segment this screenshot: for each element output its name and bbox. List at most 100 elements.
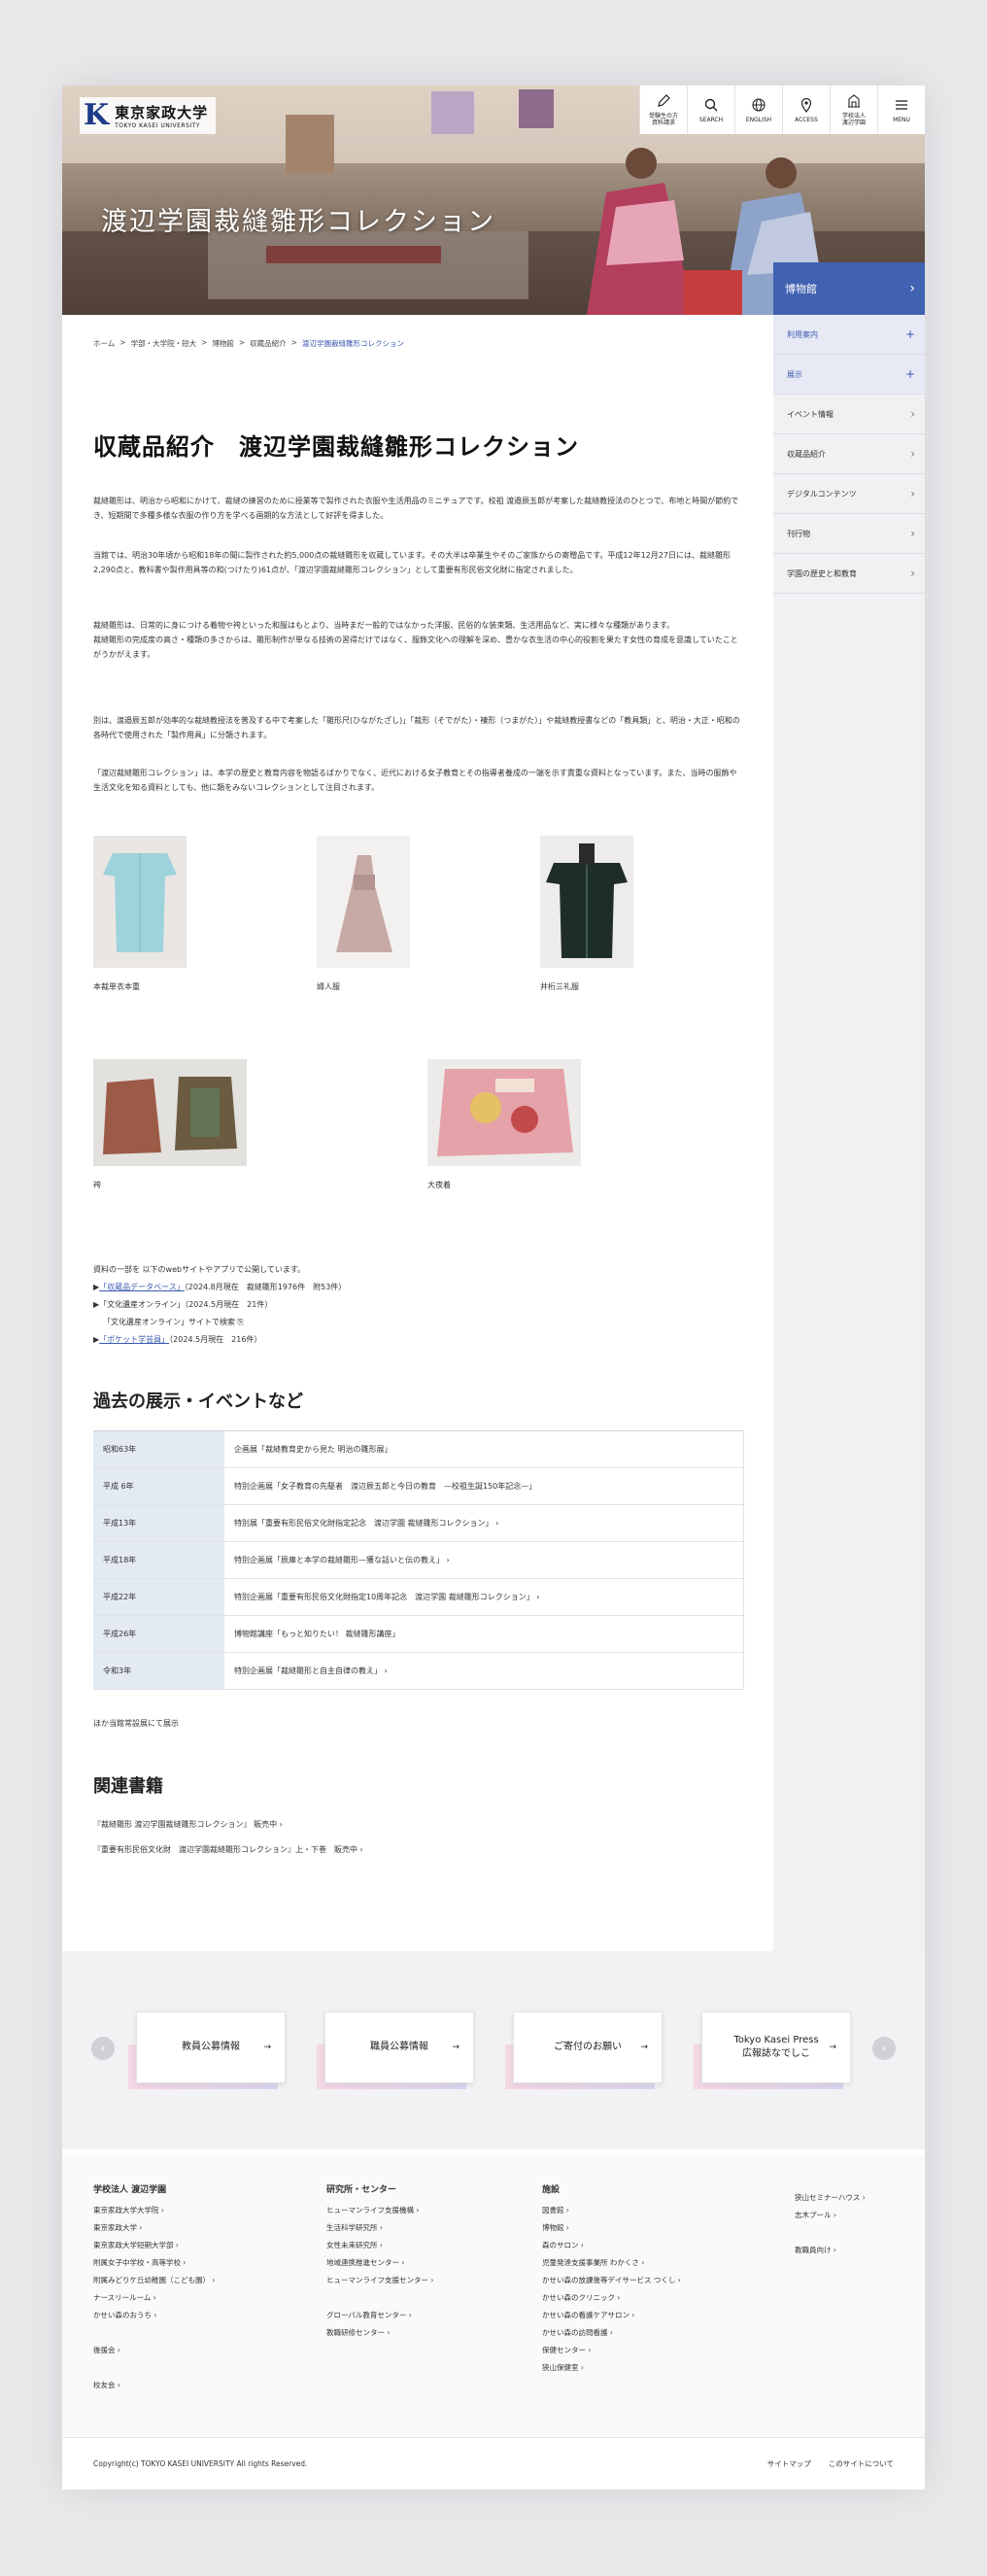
sidebar-item-digital[interactable]: デジタルコンテンツ › bbox=[773, 474, 925, 514]
toolbar-corporation-label: 学校法人 渡辺学園 bbox=[841, 113, 866, 126]
toolbar-english-button[interactable]: ENGLISH bbox=[734, 86, 782, 134]
building-icon bbox=[848, 94, 860, 108]
pocket-curator-link[interactable]: 「ポケット学芸員」 bbox=[99, 1335, 169, 1344]
footer-link[interactable]: 女性未来研究所 › bbox=[326, 2240, 433, 2257]
plus-icon[interactable]: + bbox=[905, 367, 915, 381]
toolbar-access-button[interactable]: ACCESS bbox=[782, 86, 830, 134]
banner-faculty-recruit[interactable]: 教員公募情報 → bbox=[128, 2011, 286, 2089]
publication-item: 「文化遺産オンライン」サイトで検索 ⎘ bbox=[93, 1314, 734, 1331]
chevron-right-icon: › bbox=[910, 487, 915, 500]
book-link-hinagata[interactable]: 『裁縫雛形 渡辺学園裁縫雛形コレクション』 販売中 › bbox=[93, 1819, 283, 1830]
about-site-link[interactable]: このサイトについて bbox=[829, 2458, 894, 2469]
footer-link[interactable]: かせい森のクリニック › bbox=[542, 2292, 681, 2310]
footer-link[interactable]: 地域連携推進センター › bbox=[326, 2257, 433, 2275]
footer-link[interactable]: 附属女子中学校・高等学校 › bbox=[93, 2257, 215, 2275]
footer-link[interactable]: 東京家政大学 › bbox=[93, 2222, 215, 2240]
sidebar-item-collection[interactable]: 収蔵品紹介 › bbox=[773, 434, 925, 474]
footer-link[interactable]: 志木プール › bbox=[795, 2210, 866, 2227]
footer-link[interactable]: 博物館 › bbox=[542, 2222, 681, 2240]
table-cell-year: 令和3年 bbox=[93, 1653, 224, 1689]
university-logo[interactable]: K 東京家政大学 TOKYO KASEI UNIVERSITY bbox=[80, 97, 217, 134]
footer-link[interactable]: 保健センター › bbox=[542, 2345, 681, 2362]
table-cell-event-link[interactable]: 特別企画展「辰庫と本学の裁縫雛形—獲な話いと伝の教え」 › bbox=[224, 1542, 744, 1578]
footer-link[interactable]: かせい森の看護ケアサロン › bbox=[542, 2310, 681, 2327]
publication-intro: 資料の一部を 以下のwebサイトやアプリで公開しています。 bbox=[93, 1265, 306, 1274]
sidebar-item-history[interactable]: 学園の歴史と和教育 › bbox=[773, 554, 925, 594]
footer-link[interactable]: 図書館 › bbox=[542, 2205, 681, 2222]
footer-link[interactable]: 狭山保健室 › bbox=[542, 2362, 681, 2380]
footer-link[interactable]: 狭山セミナーハウス › bbox=[795, 2192, 866, 2210]
gallery-caption: 本裁単衣本重 bbox=[93, 982, 140, 991]
footer-link[interactable]: 附属みどりケ丘幼稚園（こども園） › bbox=[93, 2275, 215, 2292]
footer-link[interactable]: 森のサロン › bbox=[542, 2240, 681, 2257]
footer-column-research: 研究所・センターヒューマンライフ支援機構 › 生活科学研究所 › 女性未来研究所 ›… bbox=[326, 2182, 433, 2345]
arrow-right-icon: → bbox=[263, 2043, 271, 2052]
toolbar-menu-button[interactable]: MENU bbox=[877, 86, 925, 134]
arrow-right-icon: → bbox=[640, 2043, 648, 2052]
sidebar-item-exhibition[interactable]: 展示 + bbox=[773, 355, 925, 395]
book-link-important-cultural[interactable]: 『重要有形民俗文化財 渡辺学園裁縫雛形コレクション』上・下巻 販売中 › bbox=[93, 1844, 363, 1855]
table-row: 平成26年 博物館講座「もっと知りたい！ 裁縫雛形講座」 bbox=[93, 1616, 744, 1653]
footer-link[interactable]: 東京家政大学短期大学部 › bbox=[93, 2240, 215, 2257]
banner-donation[interactable]: ご寄付のお願い → bbox=[505, 2011, 663, 2089]
footer-link[interactable]: グローバル教育センター › bbox=[326, 2310, 433, 2327]
breadcrumb-home[interactable]: ホーム bbox=[93, 338, 115, 349]
footer-link[interactable]: 後援会 › bbox=[93, 2345, 215, 2362]
arrow-right-icon: → bbox=[829, 2043, 836, 2052]
plus-icon[interactable]: + bbox=[905, 327, 915, 341]
banner-staff-recruit[interactable]: 職員公募情報 → bbox=[317, 2011, 474, 2089]
gallery-caption: 袴 bbox=[93, 1181, 101, 1189]
banner-label: ご寄付のお願い bbox=[554, 2042, 622, 2052]
gallery-item-hakama[interactable]: 袴 bbox=[93, 1059, 247, 1190]
footer-link[interactable]: 東京家政大学大学院 › bbox=[93, 2205, 215, 2222]
footer-link[interactable]: ヒューマンライフ支援センター › bbox=[326, 2275, 433, 2292]
table-cell-event: 企画展「裁縫教育史から見た 明治の雛形展」 bbox=[224, 1431, 744, 1467]
sidebar-item-usage[interactable]: 利用案内 + bbox=[773, 315, 925, 355]
banner-card: Tokyo Kasei Press 広報誌なでしこ → bbox=[701, 2011, 851, 2083]
pencil-icon bbox=[658, 94, 670, 107]
footer-link[interactable]: 児童発達支援事業所 わかくさ › bbox=[542, 2257, 681, 2275]
toolbar-corporation-button[interactable]: 学校法人 渡辺学園 bbox=[830, 86, 877, 134]
carousel-next-icon[interactable]: › bbox=[872, 2037, 896, 2060]
footer-link[interactable]: 教職研修センター › bbox=[326, 2327, 433, 2345]
footer-link[interactable]: ヒューマンライフ支援機構 › bbox=[326, 2205, 433, 2222]
sitemap-link[interactable]: サイトマップ bbox=[767, 2458, 811, 2469]
footer-link[interactable]: かせい森の放課後等デイサービス つくし › bbox=[542, 2275, 681, 2292]
footer-link[interactable]: かせい森のおうち › bbox=[93, 2310, 215, 2327]
table-cell-event-link[interactable]: 特別企画展「裁縫雛形と自主自律の教え」 › bbox=[224, 1653, 744, 1689]
gallery-item-dress[interactable]: 婦人服 bbox=[317, 836, 410, 992]
footer-link bbox=[795, 2227, 866, 2245]
footer-link[interactable]: ナースリールーム › bbox=[93, 2292, 215, 2310]
banner-press[interactable]: Tokyo Kasei Press 広報誌なでしこ → bbox=[694, 2011, 851, 2089]
sidebar-head-museum[interactable]: 博物館 bbox=[773, 262, 925, 315]
banner-label: 職員公募情報 bbox=[370, 2042, 428, 2052]
footer-link[interactable]: 校友会 › bbox=[93, 2380, 215, 2397]
collection-database-link[interactable]: 「収蔵品データベース」 bbox=[99, 1283, 185, 1291]
publication-item: ▶「文化遺産オンライン」（2024.5月現在 21件） bbox=[93, 1296, 734, 1314]
breadcrumb-museum[interactable]: 博物館 bbox=[212, 338, 234, 349]
breadcrumb-collection[interactable]: 収蔵品紹介 bbox=[250, 338, 287, 349]
page: K 東京家政大学 TOKYO KASEI UNIVERSITY 受験生の方 資料… bbox=[62, 86, 925, 2490]
toolbar-search-button[interactable]: SEARCH bbox=[687, 86, 734, 134]
table-cell-event-link[interactable]: 特別展「重要有形民俗文化財指定記念 渡辺学園 裁縫雛形コレクション」 › bbox=[224, 1505, 744, 1541]
carousel-prev-icon[interactable]: ‹ bbox=[91, 2037, 115, 2060]
bunka-search-link[interactable]: 「文化遺産オンライン」サイトで検索 ⎘ bbox=[103, 1318, 244, 1326]
gallery-item-ceremonial[interactable]: 井桁三礼服 bbox=[540, 836, 633, 992]
footer-column-heading: 研究所・センター bbox=[326, 2185, 397, 2195]
toolbar-applicants-button[interactable]: 受験生の方 資料請求 bbox=[639, 86, 687, 134]
arrow-right-icon: → bbox=[452, 2043, 459, 2052]
sidebar-item-publications[interactable]: 刊行物 › bbox=[773, 514, 925, 554]
table-cell-year: 平成22年 bbox=[93, 1579, 224, 1615]
footer-link[interactable]: 教職員向け › bbox=[795, 2245, 866, 2262]
gallery-item-yogi[interactable]: 大夜着 bbox=[427, 1059, 581, 1190]
publication-item-text: （2024.5月現在 216件） bbox=[169, 1335, 262, 1344]
footer-link[interactable]: かせい森の訪問看護 › bbox=[542, 2327, 681, 2345]
sidebar-item-events[interactable]: イベント情報 › bbox=[773, 395, 925, 434]
gallery-caption: 大夜着 bbox=[427, 1181, 451, 1189]
toolbar-search-label: SEARCH bbox=[698, 116, 724, 123]
footer-link[interactable]: 生活科学研究所 › bbox=[326, 2222, 433, 2240]
search-icon bbox=[704, 98, 718, 111]
breadcrumb-faculties[interactable]: 学部・大学院・短大 bbox=[131, 338, 197, 349]
gallery-item-kimono[interactable]: 本裁単衣本重 bbox=[93, 836, 187, 992]
table-cell-event-link[interactable]: 特別企画展「重要有形民俗文化財指定10周年記念 渡辺学園 裁縫雛形コレクション」… bbox=[224, 1579, 744, 1615]
